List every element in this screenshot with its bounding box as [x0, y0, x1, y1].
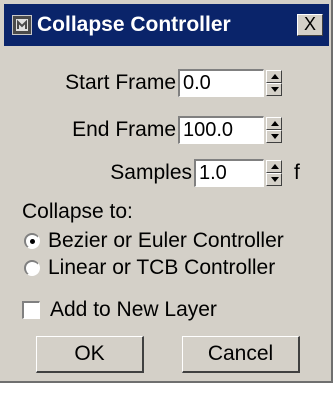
radio-selected-dot: [30, 239, 35, 244]
arrow-up-icon: [271, 74, 279, 79]
bezier-euler-label[interactable]: Bezier or Euler Controller: [48, 228, 284, 254]
start-frame-field[interactable]: 0.0: [178, 69, 264, 97]
end-frame-down-button[interactable]: [266, 130, 282, 143]
collapse-controller-dialog: Collapse Controller X Start Frame 0.0 En…: [0, 0, 333, 383]
samples-down-button[interactable]: [266, 173, 282, 186]
title-bar[interactable]: Collapse Controller X: [4, 4, 329, 46]
start-frame-up-button[interactable]: [266, 70, 282, 83]
end-frame-spinner[interactable]: [266, 117, 282, 143]
window-title: Collapse Controller: [37, 13, 231, 36]
close-button[interactable]: X: [297, 14, 323, 36]
start-frame-label: Start Frame: [65, 71, 176, 94]
start-frame-spinner[interactable]: [266, 70, 282, 96]
bezier-euler-radio[interactable]: [24, 233, 40, 249]
end-frame-field[interactable]: 100.0: [178, 116, 264, 144]
close-icon: X: [303, 14, 316, 34]
collapse-to-label: Collapse to:: [22, 200, 133, 223]
samples-up-button[interactable]: [266, 160, 282, 173]
arrow-up-icon: [271, 164, 279, 169]
add-to-new-layer-label[interactable]: Add to New Layer: [50, 297, 217, 323]
end-frame-up-button[interactable]: [266, 117, 282, 130]
samples-suffix: f: [294, 161, 300, 184]
linear-tcb-label[interactable]: Linear or TCB Controller: [48, 255, 275, 281]
cancel-button[interactable]: Cancel: [182, 336, 300, 373]
samples-spinner[interactable]: [266, 160, 282, 186]
arrow-down-icon: [271, 134, 279, 139]
samples-field[interactable]: 1.0: [194, 159, 264, 187]
ok-button[interactable]: OK: [36, 336, 144, 373]
arrow-down-icon: [271, 87, 279, 92]
max-app-icon: [12, 15, 32, 35]
samples-label: Samples: [110, 161, 192, 184]
start-frame-down-button[interactable]: [266, 83, 282, 96]
linear-tcb-radio[interactable]: [24, 260, 40, 276]
arrow-down-icon: [271, 177, 279, 182]
arrow-up-icon: [271, 121, 279, 126]
end-frame-label: End Frame: [72, 118, 176, 141]
add-to-new-layer-checkbox[interactable]: [22, 301, 40, 319]
